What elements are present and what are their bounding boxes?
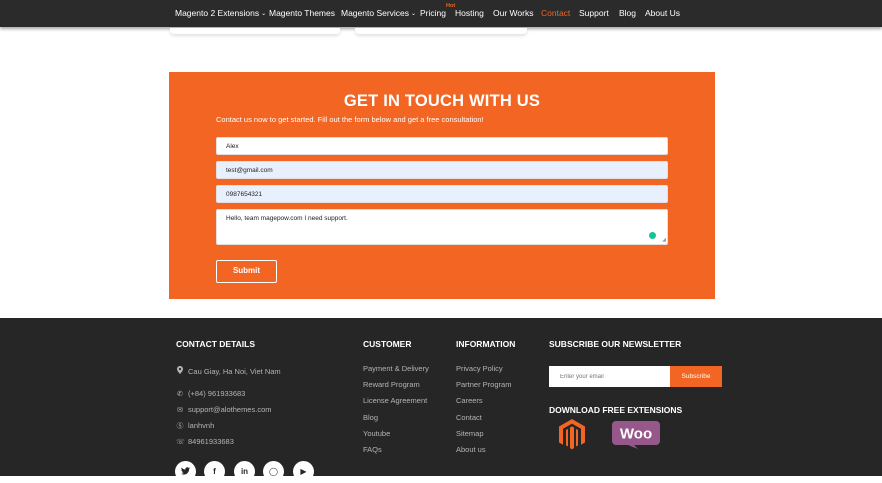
magento-logo[interactable] (559, 419, 585, 450)
contact-section: GET IN TOUCH WITH US Contact us now to g… (169, 72, 715, 299)
customer-heading: CUSTOMER (363, 339, 412, 349)
linkedin-icon[interactable]: in (234, 461, 255, 482)
nav-item-blog[interactable]: Blog (619, 8, 636, 18)
footer-link-reward-program[interactable]: Reward Program (363, 380, 420, 389)
newsletter-heading: SUBSCRIBE OUR NEWSLETTER (549, 339, 682, 349)
footer-link-sitemap[interactable]: Sitemap (456, 429, 484, 438)
phone-line: ✆ (+84) 961933683 (177, 389, 246, 398)
name-field[interactable]: Alex (216, 137, 668, 155)
nav-item-contact[interactable]: Contact (541, 8, 570, 18)
whatsapp-line[interactable]: ☏ 84961933683 (176, 437, 234, 446)
information-heading: INFORMATION (456, 339, 516, 349)
phone-field[interactable]: 0987654321 (216, 185, 668, 203)
nav-item-magento-2-extensions[interactable]: Magento 2 Extensions ⌄ (175, 8, 266, 18)
newsletter-email-input[interactable] (549, 366, 670, 387)
nav-item-our-works[interactable]: Our Works (493, 8, 533, 18)
facebook-icon[interactable]: f (204, 461, 225, 482)
woocommerce-logo[interactable]: Woo (612, 421, 660, 449)
whatsapp-icon: ☏ (176, 439, 185, 446)
nav-item-support[interactable]: Support (579, 8, 609, 18)
grammarly-icon[interactable] (648, 231, 657, 240)
nav-item-pricing[interactable]: Pricing (420, 8, 446, 18)
download-extensions-heading: DOWNLOAD FREE EXTENSIONS (549, 405, 683, 415)
footer-link-payment-delivery[interactable]: Payment & Delivery (363, 364, 429, 373)
top-navigation: Magento 2 Extensions ⌄ Magento Themes Mag… (0, 0, 882, 27)
footer: CONTACT DETAILS Cau Giay, Ha Noi, Viet N… (0, 318, 882, 482)
nav-item-magento-services[interactable]: Magento Services ⌄ (341, 8, 416, 18)
footer-link-careers[interactable]: Careers (456, 396, 483, 405)
youtube-icon[interactable]: ▶ (293, 461, 314, 482)
nav-item-hosting[interactable]: Hosting (455, 8, 484, 18)
email-icon: ✉ (177, 407, 183, 414)
footer-link-about-us[interactable]: About us (456, 445, 486, 454)
card-shadow (170, 28, 340, 34)
email-line[interactable]: ✉ support@alothemes.com (176, 405, 271, 414)
woocommerce-logo-text: Woo (620, 426, 652, 443)
address-line: Cau Giay, Ha Noi, Viet Nam (176, 366, 281, 376)
nav-item-about-us[interactable]: About Us (645, 8, 680, 18)
contact-title: GET IN TOUCH WITH US (343, 92, 541, 110)
contact-details-heading: CONTACT DETAILS (176, 339, 256, 349)
footer-link-privacy-policy[interactable]: Privacy Policy (456, 364, 503, 373)
resize-handle-icon[interactable]: ◢ (662, 237, 666, 243)
twitter-icon[interactable] (175, 461, 196, 482)
footer-link-contact[interactable]: Contact (456, 413, 482, 422)
email-field[interactable]: test@gmail.com (216, 161, 668, 179)
hot-badge: Hot (446, 3, 456, 9)
github-icon[interactable]: ◯ (263, 461, 284, 482)
subscribe-button[interactable]: Subscribe (670, 366, 722, 387)
card-shadow (355, 28, 527, 34)
phone-icon: ✆ (177, 391, 183, 398)
message-text: Hello, team magepow.com I need support. (226, 215, 348, 222)
skype-icon: Ⓢ (176, 423, 184, 430)
chevron-down-icon: ⌄ (261, 11, 267, 17)
skype-line[interactable]: Ⓢlanhvnh (176, 421, 215, 431)
chevron-down-icon: ⌄ (411, 11, 417, 17)
message-field[interactable]: Hello, team magepow.com I need support. … (216, 209, 668, 245)
contact-intro: Contact us now to get started. Fill out … (216, 115, 484, 124)
footer-link-youtube[interactable]: Youtube (363, 429, 390, 438)
submit-button[interactable]: Submit (216, 260, 277, 283)
footer-link-blog[interactable]: Blog (363, 413, 378, 422)
footer-link-partner-program[interactable]: Partner Program (456, 380, 511, 389)
location-icon (176, 366, 184, 376)
nav-item-magento-themes[interactable]: Magento Themes (269, 8, 335, 18)
footer-link-faqs[interactable]: FAQs (363, 445, 382, 454)
footer-link-license-agreement[interactable]: License Agreement (363, 396, 427, 405)
